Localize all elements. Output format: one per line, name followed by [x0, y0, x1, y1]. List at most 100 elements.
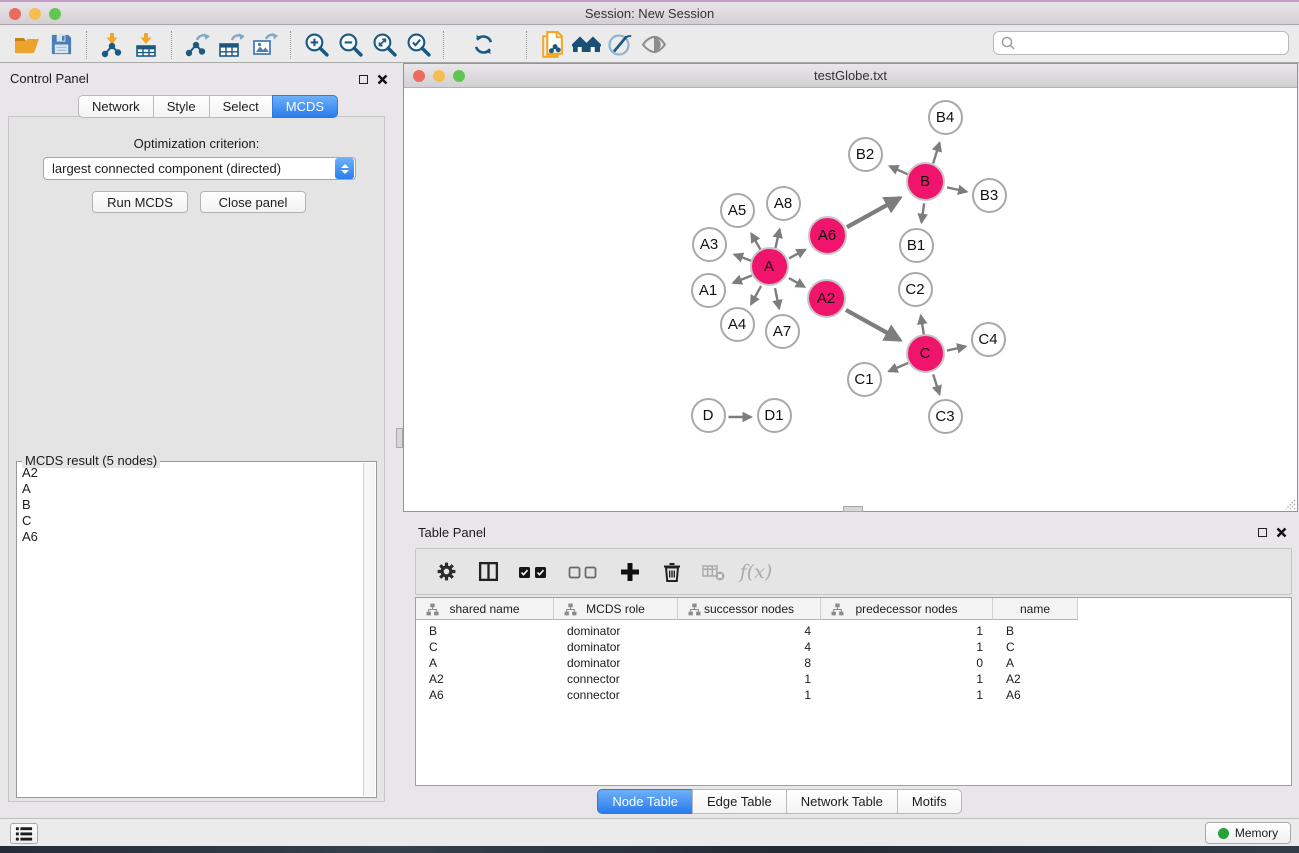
graph-edge[interactable] — [846, 310, 900, 340]
float-panel-icon[interactable] — [359, 75, 368, 84]
save-session-icon[interactable] — [44, 30, 78, 60]
table-close-panel-icon[interactable] — [1276, 527, 1287, 538]
bottom-splitter-handle[interactable] — [843, 506, 863, 512]
mcds-result-item[interactable]: A6 — [19, 529, 362, 545]
import-table-icon[interactable] — [129, 30, 163, 60]
graph-edge[interactable] — [775, 229, 779, 248]
home-view-icon[interactable] — [569, 30, 603, 60]
graph-node[interactable]: A3 — [692, 227, 727, 262]
column-header[interactable]: shared name — [416, 598, 554, 620]
graph-edge[interactable] — [789, 250, 805, 259]
dock-splitter-handle[interactable] — [396, 428, 403, 448]
open-session-icon[interactable] — [10, 30, 44, 60]
graph-edge[interactable] — [933, 143, 939, 164]
show-hide-graphics-icon[interactable] — [637, 30, 671, 60]
zoom-selected-icon[interactable] — [401, 30, 435, 60]
table-row[interactable]: Bdominator41B — [416, 623, 1291, 639]
run-mcds-button[interactable]: Run MCDS — [92, 191, 188, 213]
import-network-icon[interactable] — [95, 30, 129, 60]
table-float-panel-icon[interactable] — [1258, 528, 1267, 537]
search-field[interactable] — [1016, 36, 1282, 51]
graph-node[interactable]: B4 — [928, 100, 963, 135]
task-history-button[interactable] — [10, 823, 38, 844]
tab-mcds[interactable]: MCDS — [272, 95, 338, 118]
column-header[interactable]: MCDS role — [554, 598, 678, 620]
zoom-out-icon[interactable] — [333, 30, 367, 60]
graph-edge[interactable] — [933, 375, 939, 395]
graph-edge[interactable] — [947, 187, 967, 191]
refresh-layout-icon[interactable] — [466, 30, 500, 60]
tab-select[interactable]: Select — [209, 95, 273, 118]
delete-column-icon[interactable] — [658, 558, 686, 586]
close-panel-button[interactable]: Close panel — [200, 191, 306, 213]
network-canvas[interactable]: B4 B2 B B3 A5 A8A6 A3 B1 A A1 C2 A2 A4 A7 C4 C C1 C3 D D1 — [404, 88, 1297, 511]
graph-edge[interactable] — [751, 234, 761, 251]
graph-node[interactable]: B1 — [899, 228, 934, 263]
graph-node[interactable]: A6 — [808, 216, 847, 255]
graph-edge[interactable] — [921, 203, 924, 222]
table-row[interactable]: A6connector11A6 — [416, 687, 1291, 703]
select-all-icon[interactable] — [516, 558, 552, 586]
dropdown-stepper-icon[interactable] — [335, 158, 354, 179]
graph-edge[interactable] — [947, 346, 966, 350]
table-row[interactable]: Cdominator41C — [416, 639, 1291, 655]
graph-node[interactable]: C2 — [898, 272, 933, 307]
graph-node[interactable]: B3 — [972, 178, 1007, 213]
graph-node[interactable]: D — [691, 398, 726, 433]
zoom-fit-icon[interactable] — [367, 30, 401, 60]
table-row[interactable]: Adominator80A — [416, 655, 1291, 671]
export-image-icon[interactable] — [248, 30, 282, 60]
graph-node[interactable]: C — [906, 334, 945, 373]
mcds-result-item[interactable]: C — [19, 513, 362, 529]
table-settings-icon[interactable] — [432, 558, 460, 586]
graph-node[interactable]: A4 — [720, 307, 755, 342]
column-header[interactable]: predecessor nodes — [821, 598, 993, 620]
mcds-result-item[interactable]: A2 — [19, 465, 362, 481]
function-builder-icon[interactable]: f(x) — [742, 558, 770, 586]
graph-node[interactable]: C1 — [847, 362, 882, 397]
deselect-all-icon[interactable] — [566, 558, 602, 586]
graph-edge[interactable] — [775, 288, 779, 309]
zoom-in-icon[interactable] — [299, 30, 333, 60]
optimization-criterion-dropdown[interactable]: largest connected component (directed) — [43, 157, 356, 180]
graph-edge[interactable] — [921, 315, 924, 334]
graph-edge[interactable] — [734, 255, 751, 261]
graph-node[interactable]: A1 — [691, 273, 726, 308]
graph-node[interactable]: A2 — [807, 279, 846, 318]
graph-edge[interactable] — [847, 198, 900, 227]
tab-motifs[interactable]: Motifs — [897, 789, 962, 814]
graph-node[interactable]: C4 — [971, 322, 1006, 357]
graph-node[interactable]: B — [906, 162, 945, 201]
search-input[interactable] — [993, 31, 1289, 55]
export-table-icon[interactable] — [214, 30, 248, 60]
graph-edge[interactable] — [733, 276, 752, 283]
tab-network[interactable]: Network — [78, 95, 154, 118]
column-header[interactable]: name — [993, 598, 1078, 620]
graph-node[interactable]: B2 — [848, 137, 883, 172]
mcds-result-item[interactable]: B — [19, 497, 362, 513]
table-row[interactable]: A2connector11A2 — [416, 671, 1291, 687]
network-window-titlebar[interactable]: testGlobe.txt — [404, 64, 1297, 88]
graph-node[interactable]: A8 — [766, 186, 801, 221]
graph-node[interactable]: A5 — [720, 193, 755, 228]
graph-node[interactable]: A — [750, 247, 789, 286]
close-panel-icon[interactable] — [377, 74, 388, 85]
graph-edge[interactable] — [789, 278, 805, 287]
column-header[interactable]: successor nodes — [678, 598, 821, 620]
clone-network-icon[interactable] — [535, 30, 569, 60]
node-table[interactable]: shared nameMCDS rolesuccessor nodesprede… — [415, 597, 1292, 786]
graph-edge[interactable] — [890, 166, 909, 174]
tab-style[interactable]: Style — [153, 95, 210, 118]
add-column-icon[interactable] — [616, 558, 644, 586]
graph-node[interactable]: D1 — [757, 398, 792, 433]
graph-edge[interactable] — [751, 286, 761, 304]
graph-node[interactable]: A7 — [765, 314, 800, 349]
tab-network-table[interactable]: Network Table — [786, 789, 898, 814]
style-preview-icon[interactable] — [603, 30, 637, 60]
export-network-icon[interactable] — [180, 30, 214, 60]
delete-table-icon[interactable] — [700, 558, 728, 586]
tab-edge-table[interactable]: Edge Table — [692, 789, 787, 814]
graph-node[interactable]: C3 — [928, 399, 963, 434]
memory-button[interactable]: Memory — [1205, 822, 1291, 844]
column-layout-icon[interactable] — [474, 558, 502, 586]
